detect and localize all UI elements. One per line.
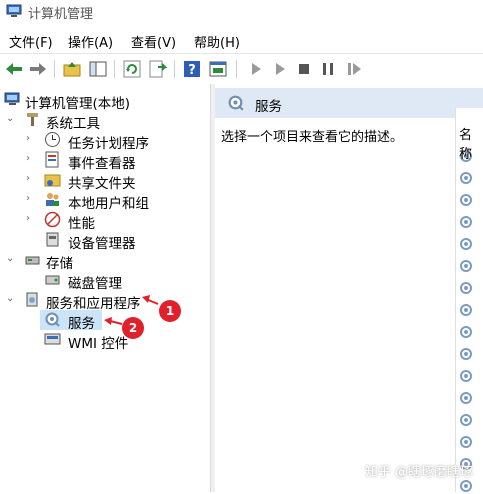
- menu-bar: 文件(F) 操作(A) 查看(V) 帮助(H): [0, 28, 483, 52]
- description-text: 选择一个项目来查看它的描述。: [221, 130, 404, 145]
- tree-label: 共享文件夹: [68, 176, 136, 192]
- tree-label: 系统工具: [46, 116, 100, 132]
- annotation-arrowhead-2: [104, 317, 112, 325]
- annotation-badge-1: 1: [159, 300, 181, 322]
- forward-arrow-icon[interactable]: [28, 59, 48, 79]
- service-gear-icon[interactable]: [458, 324, 474, 340]
- toolbar: ?: [0, 53, 483, 85]
- watermark: 知乎 @瞎琢磨瞎琢: [364, 465, 473, 480]
- shared-folder-icon: [44, 174, 61, 187]
- computer-management-icon: [6, 4, 22, 17]
- service-gear-icon[interactable]: [458, 258, 474, 274]
- chevron-right-icon[interactable]: ›: [26, 213, 30, 224]
- details-title: 服务: [255, 99, 282, 115]
- tree-item-shared-folders[interactable]: › 共享文件夹: [26, 170, 206, 192]
- service-gear-icon[interactable]: [458, 192, 474, 208]
- tree-label: 服务和应用程序: [46, 296, 141, 312]
- tree-label: 计算机管理(本地): [25, 96, 131, 112]
- tree-label: 服务: [68, 316, 95, 332]
- storage-icon: [25, 256, 40, 265]
- refresh-icon[interactable]: [122, 59, 142, 79]
- tree-item-services[interactable]: 服务: [40, 310, 102, 332]
- toolbar-separator: [54, 60, 55, 78]
- services-apps-icon: [26, 292, 38, 307]
- wmi-icon: [44, 333, 61, 345]
- tree-item-local-users[interactable]: › 本地用户和组: [26, 190, 206, 212]
- chevron-down-icon[interactable]: ⌄: [6, 293, 14, 304]
- toolbar-separator: [114, 60, 115, 78]
- chevron-down-icon[interactable]: ⌄: [6, 253, 14, 264]
- tree-item-performance[interactable]: › 性能: [26, 210, 206, 232]
- users-icon: [46, 193, 59, 206]
- chevron-right-icon[interactable]: ›: [26, 193, 30, 204]
- tree-item-disk-management[interactable]: 磁盘管理: [26, 270, 206, 292]
- menu-help[interactable]: 帮助(H): [194, 32, 240, 51]
- toolbar-separator: [174, 60, 175, 78]
- annotation-arrow-2: [109, 320, 123, 325]
- restart-service-icon[interactable]: [344, 59, 364, 79]
- service-gear-icon[interactable]: [458, 280, 474, 296]
- back-arrow-icon[interactable]: [4, 59, 24, 79]
- tree-item-task-scheduler[interactable]: › 任务计划程序: [26, 130, 206, 152]
- service-gear-icon[interactable]: [458, 236, 474, 252]
- start-service-alt-icon[interactable]: [270, 59, 290, 79]
- chevron-down-icon[interactable]: ⌄: [6, 113, 14, 124]
- service-gear-icon[interactable]: [458, 412, 474, 428]
- service-gear-icon[interactable]: [458, 434, 474, 450]
- tools-icon: [27, 113, 38, 126]
- pause-service-icon[interactable]: [318, 59, 338, 79]
- title-bar: 计算机管理: [0, 0, 483, 24]
- annotation-badge-2: 2: [122, 317, 144, 339]
- device-manager-icon: [46, 232, 59, 247]
- toolbar-separator: [236, 60, 237, 78]
- tree-item-system-tools[interactable]: ⌄ 系统工具: [6, 110, 206, 132]
- tree-label: 存储: [46, 256, 73, 272]
- column-header-name[interactable]: 名称: [459, 124, 483, 162]
- service-gear-icon[interactable]: [458, 170, 474, 186]
- service-gear-icon[interactable]: [458, 368, 474, 384]
- service-gear-icon[interactable]: [458, 214, 474, 230]
- tree-item-root[interactable]: 计算机管理(本地): [4, 90, 204, 112]
- event-log-icon: [45, 151, 59, 168]
- help-icon[interactable]: ?: [182, 59, 202, 79]
- chevron-right-icon[interactable]: ›: [26, 153, 30, 164]
- tree-label: 本地用户和组: [68, 196, 149, 212]
- menu-action[interactable]: 操作(A): [68, 32, 113, 51]
- properties-icon[interactable]: [208, 59, 228, 79]
- details-header: 服务: [215, 88, 483, 118]
- service-gear-icon[interactable]: [458, 302, 474, 318]
- start-service-icon[interactable]: [246, 59, 266, 79]
- services-list: [455, 108, 483, 492]
- window-title: 计算机管理: [28, 7, 94, 22]
- navigation-tree: 计算机管理(本地) ⌄ 系统工具 › 任务计划程序 › 事件查看器 › 共享文件…: [0, 84, 210, 492]
- details-pane: 服务 选择一个项目来查看它的描述。 名称: [215, 84, 483, 492]
- service-gear-icon[interactable]: [458, 390, 474, 406]
- up-folder-icon[interactable]: [62, 59, 82, 79]
- computer-management-icon: [4, 92, 20, 105]
- tree-item-storage[interactable]: ⌄ 存储: [6, 250, 206, 272]
- tree-label: 磁盘管理: [68, 276, 122, 292]
- export-list-icon[interactable]: [148, 59, 168, 79]
- disk-icon: [45, 275, 60, 285]
- tree-item-device-manager[interactable]: 设备管理器: [26, 230, 206, 252]
- chevron-right-icon[interactable]: ›: [26, 173, 30, 184]
- tree-item-event-viewer[interactable]: › 事件查看器: [26, 150, 206, 172]
- menu-view[interactable]: 查看(V): [131, 32, 176, 51]
- tree-label: 设备管理器: [68, 236, 136, 252]
- tree-item-wmi[interactable]: WMI 控件: [44, 330, 184, 352]
- services-gear-icon: [45, 312, 60, 327]
- chevron-right-icon[interactable]: ›: [26, 133, 30, 144]
- services-gear-icon: [228, 95, 244, 111]
- svg-text:?: ?: [188, 63, 196, 78]
- menu-file[interactable]: 文件(F): [9, 32, 53, 51]
- show-hide-tree-icon[interactable]: [88, 59, 108, 79]
- tree-label: 性能: [68, 216, 95, 232]
- stop-service-icon[interactable]: [294, 59, 314, 79]
- tree-label: WMI 控件: [68, 336, 129, 352]
- clock-icon: [45, 132, 60, 147]
- service-gear-icon[interactable]: [458, 346, 474, 362]
- tree-label: 事件查看器: [68, 156, 136, 172]
- performance-icon: [44, 211, 61, 228]
- tree-label: 任务计划程序: [68, 136, 149, 152]
